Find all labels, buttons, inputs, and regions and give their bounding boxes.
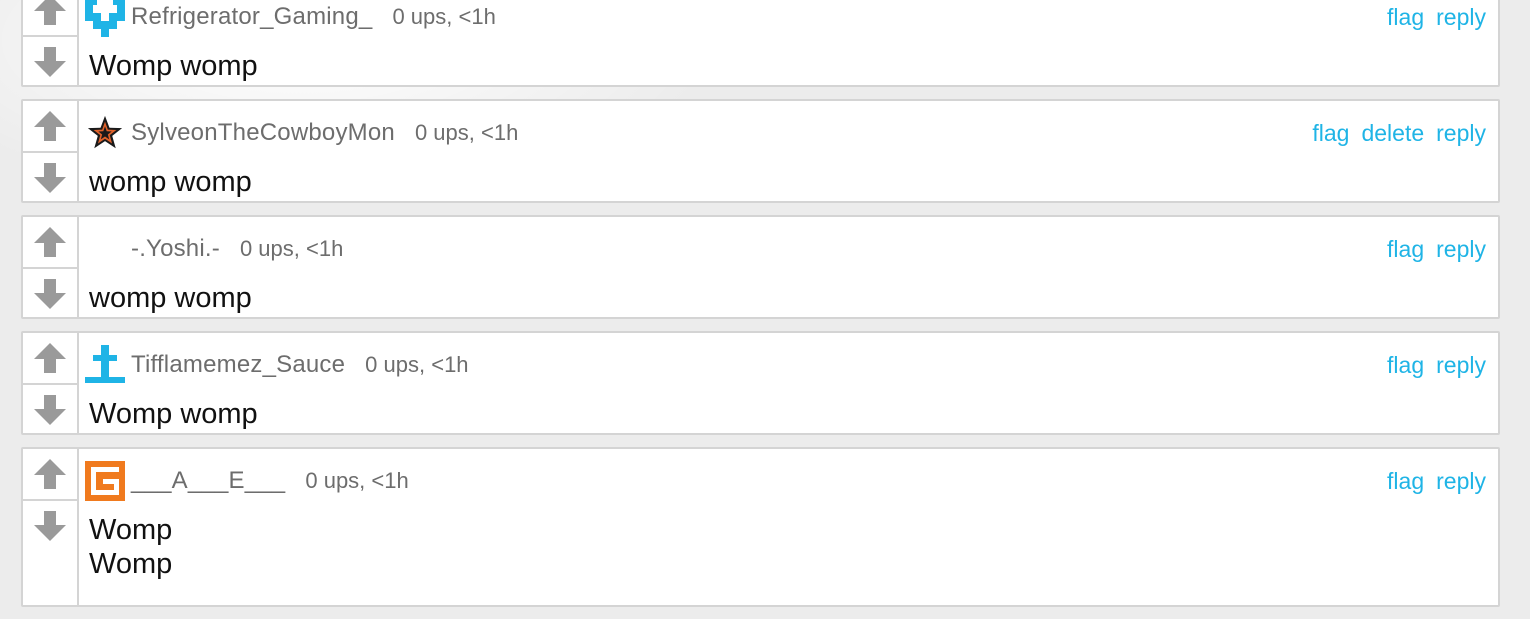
comment: Tifflamemez_Sauce 0 ups, <1h flag reply … bbox=[21, 331, 1500, 435]
flag-link[interactable]: flag bbox=[1387, 352, 1424, 379]
vote-column bbox=[23, 101, 79, 201]
comment-header: SylveonTheCowboyMon 0 ups, <1h flag dele… bbox=[85, 115, 1486, 151]
comment-body: -.Yoshi.- 0 ups, <1h flag reply womp wom… bbox=[79, 217, 1498, 317]
avatar[interactable] bbox=[85, 345, 125, 385]
reply-link[interactable]: reply bbox=[1436, 468, 1486, 495]
arrow-down-icon bbox=[34, 163, 66, 193]
arrow-up-icon bbox=[34, 111, 66, 141]
flag-link[interactable]: flag bbox=[1387, 468, 1424, 495]
avatar[interactable] bbox=[85, 113, 125, 153]
pixel-g-icon bbox=[85, 461, 125, 501]
avatar[interactable] bbox=[85, 229, 125, 269]
comment-text: Womp womp bbox=[89, 398, 258, 430]
reply-link[interactable]: reply bbox=[1436, 4, 1486, 31]
comment-header: Refrigerator_Gaming_ 0 ups, <1h flag rep… bbox=[85, 0, 1486, 37]
comment-actions: flag delete reply bbox=[1312, 120, 1486, 147]
flag-link[interactable]: flag bbox=[1312, 120, 1349, 147]
avatar[interactable] bbox=[85, 461, 125, 501]
arrow-down-icon bbox=[34, 511, 66, 541]
arrow-down-icon bbox=[34, 395, 66, 425]
downvote-button[interactable] bbox=[23, 269, 77, 319]
comment-text-line: Womp bbox=[89, 548, 173, 580]
comment-actions: flag reply bbox=[1387, 4, 1486, 31]
downvote-button[interactable] bbox=[23, 37, 77, 87]
reply-link[interactable]: reply bbox=[1436, 236, 1486, 263]
reply-link[interactable]: reply bbox=[1436, 120, 1486, 147]
username-link[interactable]: -.Yoshi.- bbox=[131, 235, 220, 263]
comment-text: womp womp bbox=[89, 166, 252, 198]
comment-text-line: Womp bbox=[89, 514, 173, 546]
arrow-up-icon bbox=[34, 0, 66, 25]
comment-header: -.Yoshi.- 0 ups, <1h flag reply bbox=[85, 231, 1486, 267]
downvote-button[interactable] bbox=[23, 501, 77, 551]
comment-body: Refrigerator_Gaming_ 0 ups, <1h flag rep… bbox=[79, 0, 1498, 85]
avatar[interactable] bbox=[85, 0, 125, 37]
arrow-up-icon bbox=[34, 343, 66, 373]
vote-column bbox=[23, 0, 79, 85]
upvote-button[interactable] bbox=[23, 101, 77, 153]
arrow-up-icon bbox=[34, 227, 66, 257]
comment-actions: flag reply bbox=[1387, 468, 1486, 495]
comment-meta: 0 ups, <1h bbox=[239, 236, 344, 261]
username-link[interactable]: Refrigerator_Gaming_ bbox=[131, 3, 372, 31]
vote-column bbox=[23, 333, 79, 433]
delete-link[interactable]: delete bbox=[1361, 120, 1424, 147]
username-link[interactable]: Tifflamemez_Sauce bbox=[131, 351, 345, 379]
comment-text: womp womp bbox=[89, 282, 252, 314]
comment-header: ___A___E___ 0 ups, <1h flag reply bbox=[85, 461, 1486, 501]
flag-link[interactable]: flag bbox=[1387, 236, 1424, 263]
comment-meta: 0 ups, <1h bbox=[414, 120, 519, 145]
comment-meta: 0 ups, <1h bbox=[365, 352, 469, 377]
comment-body: ___A___E___ 0 ups, <1h flag reply Womp W… bbox=[79, 449, 1498, 605]
comment-meta: 0 ups, <1h bbox=[392, 4, 496, 29]
arrow-down-icon bbox=[34, 279, 66, 309]
username-link[interactable]: ___A___E___ bbox=[131, 467, 285, 495]
vote-column bbox=[23, 449, 79, 605]
arrow-up-icon bbox=[34, 459, 66, 489]
upvote-button[interactable] bbox=[23, 333, 77, 385]
arrow-down-icon bbox=[34, 47, 66, 77]
comment-actions: flag reply bbox=[1387, 352, 1486, 379]
pixel-cross-icon bbox=[85, 345, 125, 383]
comment: -.Yoshi.- 0 ups, <1h flag reply womp wom… bbox=[21, 215, 1500, 319]
username-link[interactable]: SylveonTheCowboyMon bbox=[131, 119, 395, 147]
comment-body: Tifflamemez_Sauce 0 ups, <1h flag reply … bbox=[79, 333, 1498, 433]
comment-text: Womp womp bbox=[89, 50, 258, 82]
flag-link[interactable]: flag bbox=[1387, 4, 1424, 31]
comment: SylveonTheCowboyMon 0 ups, <1h flag dele… bbox=[21, 99, 1500, 203]
sheriff-star-icon bbox=[87, 115, 123, 149]
reply-link[interactable]: reply bbox=[1436, 352, 1486, 379]
comment-body: SylveonTheCowboyMon 0 ups, <1h flag dele… bbox=[79, 101, 1498, 201]
comment-list: Refrigerator_Gaming_ 0 ups, <1h flag rep… bbox=[21, 0, 1500, 619]
vote-column bbox=[23, 217, 79, 317]
comment-text: Womp Womp bbox=[89, 513, 172, 581]
comment: Refrigerator_Gaming_ 0 ups, <1h flag rep… bbox=[21, 0, 1500, 87]
comment: ___A___E___ 0 ups, <1h flag reply Womp W… bbox=[21, 447, 1500, 607]
upvote-button[interactable] bbox=[23, 449, 77, 501]
comment-meta: 0 ups, <1h bbox=[305, 468, 409, 493]
comment-actions: flag reply bbox=[1387, 236, 1486, 263]
upvote-button[interactable] bbox=[23, 217, 77, 269]
comment-header: Tifflamemez_Sauce 0 ups, <1h flag reply bbox=[85, 345, 1486, 385]
pixel-heart-icon bbox=[85, 0, 125, 37]
downvote-button[interactable] bbox=[23, 385, 77, 435]
upvote-button[interactable] bbox=[23, 0, 77, 37]
downvote-button[interactable] bbox=[23, 153, 77, 203]
